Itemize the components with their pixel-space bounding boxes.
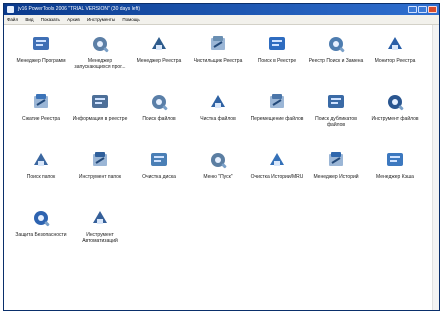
registry-info-icon [92, 95, 108, 108]
tool-label: Менеджер Реестра [136, 58, 182, 64]
tool-registry-cleaner[interactable]: Чистильщик Реестра [189, 33, 247, 64]
menu-file[interactable]: Файл [4, 15, 21, 24]
tool-registry-monitor[interactable]: Монитор Реестра [366, 33, 424, 64]
tool-start-menu[interactable]: Меню "Пуск" [189, 149, 247, 180]
tool-label: Перемещение файлов [250, 116, 304, 122]
title-bar[interactable]: jv16 PowerTools 2006 "TRIAL VERSION" (30… [4, 4, 439, 15]
tool-label: Поиск дубликатов файлов [315, 116, 357, 128]
tool-folder-finder[interactable]: Поиск папок [12, 149, 70, 180]
tool-label: Очистка диска [142, 174, 176, 180]
folder-finder-icon [34, 153, 48, 166]
menu-tools[interactable]: Инструменты [84, 15, 118, 24]
tool-registry-info[interactable]: Информация в реестре [71, 91, 129, 122]
program-manager-icon [33, 37, 49, 50]
start-menu-icon [211, 153, 227, 169]
app-window: jv16 PowerTools 2006 "TRIAL VERSION" (30… [3, 3, 440, 311]
scrollbar[interactable] [432, 25, 439, 310]
tool-label: Менеджер запускающихся прог... [74, 58, 126, 70]
tool-registry-compactor[interactable]: Сжатие Реестра [12, 91, 70, 122]
file-finder-icon [152, 95, 168, 111]
minimize-button[interactable] [408, 6, 417, 13]
tool-label: Менеджер Историй [313, 174, 359, 180]
duplicate-finder-icon [328, 95, 344, 108]
tool-label: Очистка Истории/MRU [250, 174, 304, 180]
window-title: jv16 PowerTools 2006 "TRIAL VERSION" (30… [18, 6, 141, 12]
menu-view[interactable]: Вид [22, 15, 36, 24]
tool-label: Инструмент папок [78, 174, 122, 180]
menu-archive[interactable]: Архив [64, 15, 83, 24]
tool-history-manager[interactable]: Менеджер Историй [307, 149, 365, 180]
tool-file-cleaner[interactable]: Чистка файлов [189, 91, 247, 122]
tool-label: Инструмент файлов [371, 116, 419, 122]
tool-label: Меню "Пуск" [203, 174, 233, 180]
tool-cache-manager[interactable]: Менеджер Кэша [366, 149, 424, 180]
registry-replace-icon [329, 37, 345, 53]
automation-tools-icon [93, 211, 107, 224]
tool-label: Реестр Поиск и Замена [308, 58, 364, 64]
tool-program-manager[interactable]: Менеджер Программ [12, 33, 70, 64]
tool-label: Поиск в Реестре [257, 58, 297, 64]
tool-history-cleaner[interactable]: Очистка Истории/MRU [248, 149, 306, 180]
tool-registry-manager[interactable]: Менеджер Реестра [130, 33, 188, 64]
tool-label: Поиск файлов [142, 116, 176, 122]
tool-label: Менеджер Кэша [376, 174, 414, 180]
tool-file-mover[interactable]: Перемещение файлов [248, 91, 306, 122]
registry-manager-icon [152, 37, 166, 50]
tool-label: Сжатие Реестра [21, 116, 61, 122]
folder-tools-icon [93, 152, 107, 166]
registry-search-icon [269, 37, 285, 50]
tool-startup-manager[interactable]: Менеджер запускающихся прог... [71, 33, 129, 70]
menu-bar: Файл Вид Показать Архив Инструменты Помо… [4, 15, 439, 25]
registry-cleaner-icon [211, 36, 225, 50]
tool-automation-tools[interactable]: Инструмент Автоматизаций [71, 207, 129, 244]
registry-monitor-icon [388, 37, 402, 50]
tool-label: Чистильщик Реестра [193, 58, 243, 64]
security-shield-icon [34, 211, 50, 227]
menu-help[interactable]: Помощь [119, 15, 142, 24]
maximize-button[interactable] [418, 6, 427, 13]
menu-show[interactable]: Показать [38, 15, 63, 24]
window-controls [408, 6, 437, 13]
file-tools-icon [388, 95, 404, 111]
tool-label: Защита Безопасности [15, 232, 67, 238]
close-button[interactable] [428, 6, 437, 13]
tool-security-shield[interactable]: Защита Безопасности [12, 207, 70, 238]
tool-folder-tools[interactable]: Инструмент папок [71, 149, 129, 180]
tool-duplicate-finder[interactable]: Поиск дубликатов файлов [307, 91, 365, 128]
tool-label: Поиск папок [26, 174, 56, 180]
file-cleaner-icon [211, 95, 225, 108]
tool-label: Монитор Реестра [374, 58, 416, 64]
history-cleaner-icon [270, 153, 284, 166]
cache-manager-icon [387, 153, 403, 166]
tool-file-finder[interactable]: Поиск файлов [130, 91, 188, 122]
tool-registry-search[interactable]: Поиск в Реестре [248, 33, 306, 64]
tool-registry-replace[interactable]: Реестр Поиск и Замена [307, 33, 365, 64]
tool-label: Информация в реестре [72, 116, 128, 122]
tool-disk-cleaner[interactable]: Очистка диска [130, 149, 188, 180]
tool-label: Инструмент Автоматизаций [82, 232, 118, 244]
registry-compactor-icon [34, 94, 48, 108]
tool-label: Менеджер Программ [16, 58, 66, 64]
tool-label: Чистка файлов [200, 116, 236, 122]
tool-file-tools[interactable]: Инструмент файлов [366, 91, 424, 122]
file-mover-icon [270, 94, 284, 108]
history-manager-icon [329, 152, 343, 166]
tool-grid: Менеджер Программ Менеджер запускающихся… [4, 25, 439, 310]
disk-cleaner-icon [151, 153, 167, 166]
app-icon [7, 6, 14, 13]
startup-manager-icon [93, 37, 109, 53]
